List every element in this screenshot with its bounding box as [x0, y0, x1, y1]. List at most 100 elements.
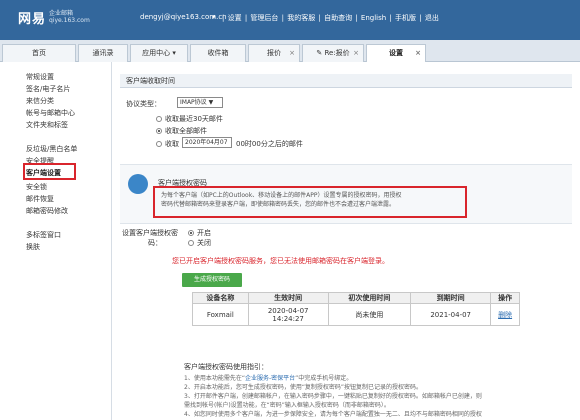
guide-line-5: 4、如您同时使用多个客户端，为进一步保障安全，请为每个客户端配置独一无二、且均不…	[184, 411, 482, 418]
auth-desc-line1: 为每个客户端（如PC上的Outlook、移动设备上的邮件APP）设置专属的授权密…	[161, 192, 402, 199]
tab-contacts-label: 通讯录	[92, 49, 114, 57]
cell-expire: 2021-04-07	[410, 303, 492, 326]
tab-app-center-label: 应用中心	[142, 49, 171, 57]
cell-first-use: 尚未使用	[327, 303, 412, 326]
radio-icon[interactable]	[156, 116, 162, 122]
nav-admin[interactable]: 管理后台	[250, 14, 278, 22]
protocol-value: IMAP协议	[180, 99, 207, 106]
tab-settings[interactable]: 设置 ×	[366, 44, 426, 62]
auth-off-label: 关闭	[197, 239, 211, 247]
sidebar-item-folders[interactable]: 文件夹和标签	[26, 120, 68, 130]
sidebar-item-mail-recovery[interactable]: 邮件恢复	[26, 194, 54, 204]
settings-sidebar: 常规设置 签名/电子名片 来信分类 帐号与邮箱中心 文件夹和标签 反垃圾/黑白名…	[0, 62, 112, 420]
cell-effective-date: 2020-04-07	[267, 306, 309, 315]
chevron-down-icon: ▾	[172, 49, 176, 57]
tab-inbox[interactable]: 收件箱	[190, 44, 246, 62]
sidebar-item-general[interactable]: 常规设置	[26, 72, 54, 82]
logo-subtitle: 企业邮箱 qiye.163.com	[49, 10, 90, 24]
logo-sub-line2: qiye.163.com	[49, 17, 90, 24]
sidebar-item-mail-rules[interactable]: 来信分类	[26, 96, 54, 106]
auth-warning-text: 您已开启客户端授权密码服务，您已无法使用邮箱密码在客户端登录。	[172, 257, 389, 265]
section-title-fetch-time: 客户端收取时间	[120, 74, 572, 88]
close-icon[interactable]: ×	[415, 45, 421, 61]
logo-sub-line1: 企业邮箱	[49, 10, 74, 17]
cell-effective: 2020-04-07 14:24:27	[247, 303, 329, 326]
generate-password-button[interactable]: 生成授权密码	[182, 273, 242, 287]
opt-recent-30[interactable]: 收取最近30天邮件	[156, 114, 223, 124]
close-icon[interactable]: ×	[289, 45, 295, 61]
top-nav: | 设置 | 管理后台 | 我的客服 | 自助查询 | English | 手机…	[222, 14, 439, 22]
nav-service[interactable]: 我的客服	[287, 14, 315, 22]
settings-main: 客户端收取时间 协议类型： IMAP协议 ▼ 收取最近30天邮件 收取全部邮件 …	[112, 62, 580, 420]
highlight-box	[23, 163, 76, 180]
cell-effective-time: 14:24:27	[272, 314, 304, 323]
delete-link[interactable]: 删除	[498, 311, 512, 319]
sidebar-item-account-center[interactable]: 帐号与邮箱中心	[26, 108, 75, 118]
auth-password-table: 设备名称 生效时间 初次使用时间 到期时间 操作 Foxmail 2020-04…	[192, 292, 520, 326]
since-date-input[interactable]: 2020年04月07	[182, 137, 232, 148]
col-expire: 到期时间	[410, 292, 492, 304]
auth-setting-label-1: 设置客户端授权密	[122, 229, 178, 237]
tab-quote[interactable]: 报价 ×	[248, 44, 300, 62]
tab-home[interactable]: 首页	[2, 44, 76, 62]
close-icon[interactable]: ×	[353, 45, 359, 61]
opt-all-label: 收取全部邮件	[165, 127, 207, 135]
cell-device: Foxmail	[192, 303, 249, 326]
nav-english[interactable]: English	[361, 14, 386, 22]
radio-icon[interactable]	[188, 230, 194, 236]
guide-l1-pre: 1、使用本功能需先在“	[184, 375, 245, 382]
auth-off-option[interactable]: 关闭	[188, 238, 211, 248]
logo[interactable]: 网易	[18, 8, 46, 27]
col-action: 操作	[490, 292, 520, 304]
chevron-down-icon: ▼	[208, 99, 214, 106]
nav-mobile[interactable]: 手机版	[395, 14, 416, 22]
tab-app-center[interactable]: 应用中心 ▾	[130, 44, 188, 62]
top-bar: 网易 企业邮箱 qiye.163.com dengyj@qiye163.com.…	[0, 0, 580, 40]
sidebar-item-skin[interactable]: 换肤	[26, 242, 40, 252]
guide-line-1: 1、使用本功能需先在“企业服务-密保平台”中完成手机号绑定。	[184, 373, 352, 382]
since-suffix: 00时00分之后的邮件	[236, 140, 303, 148]
radio-icon[interactable]	[188, 240, 194, 246]
sidebar-item-signature[interactable]: 签名/电子名片	[26, 84, 70, 94]
nav-self-query[interactable]: 自助查询	[324, 14, 352, 22]
sidebar-item-security-lock[interactable]: 安全锁	[26, 182, 47, 192]
security-platform-link[interactable]: 企业服务-密保平台	[245, 375, 295, 382]
auth-description-highlight: 为每个客户端（如PC上的Outlook、移动设备上的邮件APP）设置专属的授权密…	[153, 186, 467, 218]
protocol-select[interactable]: IMAP协议 ▼	[177, 97, 223, 108]
radio-icon[interactable]	[156, 141, 162, 147]
tab-inbox-label: 收件箱	[207, 49, 229, 57]
auth-on-option[interactable]: 开启	[188, 228, 211, 238]
auth-setting-label-2: 码：	[148, 239, 162, 247]
key-icon	[128, 174, 148, 194]
col-first-use: 初次使用时间	[327, 292, 412, 304]
cell-action: 删除	[490, 303, 520, 326]
col-effective: 生效时间	[247, 292, 329, 304]
guide-line-3: 3、打开邮件客户端，创建邮箱帐户，在输入密码步骤中，一键粘贴已复制好的授权密码。…	[184, 393, 482, 400]
opt-since[interactable]: 收取	[156, 139, 179, 149]
radio-icon[interactable]	[156, 128, 162, 134]
col-device: 设备名称	[192, 292, 249, 304]
sidebar-item-antispam[interactable]: 反垃圾/黑白名单	[26, 144, 77, 154]
guide-line-2: 2、开启本功能后，您可生成授权密码，使用“复制授权密码”按钮复制已记录的授权密码…	[184, 384, 423, 391]
guide-line-4: 需找到帐号(帐户)设置功能，在“密码”输入框输入授权密码（而非邮箱密码）。	[184, 402, 390, 409]
nav-logout[interactable]: 退出	[425, 14, 439, 22]
tab-home-label: 首页	[32, 49, 46, 57]
account-caret-icon[interactable]: ▾	[212, 13, 216, 21]
auth-on-label: 开启	[197, 229, 211, 237]
tab-quote-label: 报价	[267, 49, 281, 57]
nav-settings[interactable]: 设置	[228, 14, 242, 22]
opt-since-label: 收取	[165, 140, 179, 148]
sidebar-item-password-change[interactable]: 邮箱密码修改	[26, 206, 68, 216]
guide-title: 客户端授权密码使用指引：	[184, 363, 268, 371]
mail-edit-icon: ✎	[316, 49, 323, 57]
guide-l1-post: ”中完成手机号绑定。	[295, 375, 353, 382]
auth-desc-line2: 密码代替邮箱密码来登录客户端，即使邮箱密码丢失，您的邮件也不会遭过客户端泄露。	[161, 201, 396, 208]
opt-all[interactable]: 收取全部邮件	[156, 126, 207, 136]
protocol-label: 协议类型：	[126, 100, 161, 108]
tab-re-quote-label: Re:报价	[324, 49, 350, 57]
tab-contacts[interactable]: 通讯录	[78, 44, 128, 62]
tab-bar: 首页 通讯录 应用中心 ▾ 收件箱 报价 × ✎ Re:报价 × 设置 ×	[0, 40, 580, 62]
sidebar-item-multi-tab[interactable]: 多标签窗口	[26, 230, 61, 240]
opt-recent-label: 收取最近30天邮件	[165, 115, 223, 123]
tab-re-quote[interactable]: ✎ Re:报价 ×	[302, 44, 364, 62]
